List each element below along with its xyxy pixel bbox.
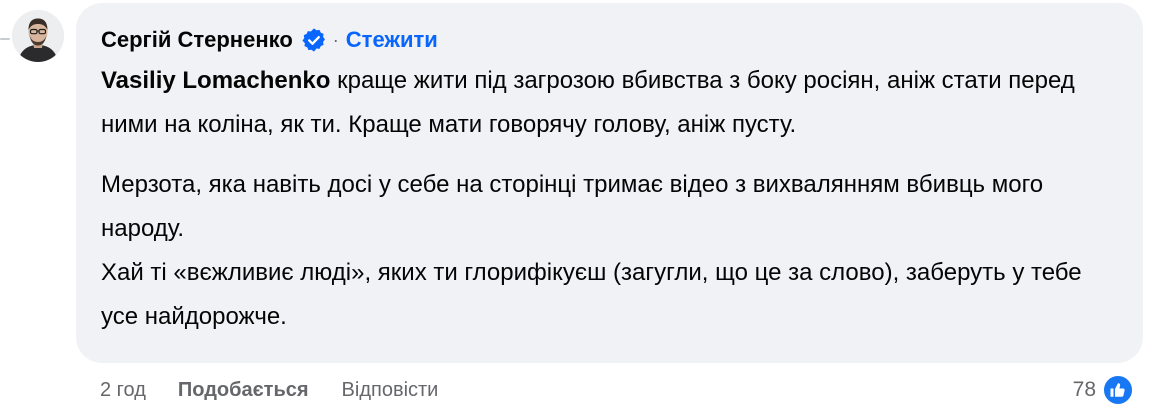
- paragraph-2-line-2: Хай ті «вєжливиє люді», яких ти глорифік…: [101, 259, 1082, 330]
- like-button[interactable]: Подобається: [178, 379, 309, 402]
- follow-link[interactable]: Стежити: [346, 27, 438, 53]
- comment-text: Vasiliy Lomachenko краще жити під загроз…: [101, 59, 1119, 339]
- mention-link[interactable]: Vasiliy Lomachenko: [101, 67, 330, 94]
- thread-line: [0, 38, 10, 40]
- reactions-summary[interactable]: 78: [1073, 372, 1134, 408]
- comment-bubble: Сергій Стерненко · Стежити Vasiliy Lomac…: [76, 3, 1143, 363]
- comment-timestamp[interactable]: 2 год: [100, 379, 146, 402]
- comment-header: Сергій Стерненко · Стежити: [101, 23, 1119, 57]
- comment-actions: 2 год Подобається Відповісти: [100, 372, 438, 408]
- comment-container: Сергій Стерненко · Стежити Vasiliy Lomac…: [0, 0, 1174, 409]
- paragraph-2-line-1: Мерзота, яка навіть досі у себе на сторі…: [101, 171, 1044, 242]
- comment-paragraph-2: Мерзота, яка навіть досі у себе на сторі…: [101, 163, 1119, 339]
- separator-dot: ·: [332, 29, 339, 50]
- comment-paragraph-1: Vasiliy Lomachenko краще жити під загроз…: [101, 59, 1119, 147]
- reaction-count: 78: [1072, 378, 1096, 401]
- thumbs-up-icon: [1102, 374, 1134, 406]
- verified-badge-icon[interactable]: [301, 27, 327, 53]
- author-name[interactable]: Сергій Стерненко: [101, 27, 293, 53]
- avatar[interactable]: [12, 10, 64, 62]
- reply-button[interactable]: Відповісти: [342, 379, 439, 402]
